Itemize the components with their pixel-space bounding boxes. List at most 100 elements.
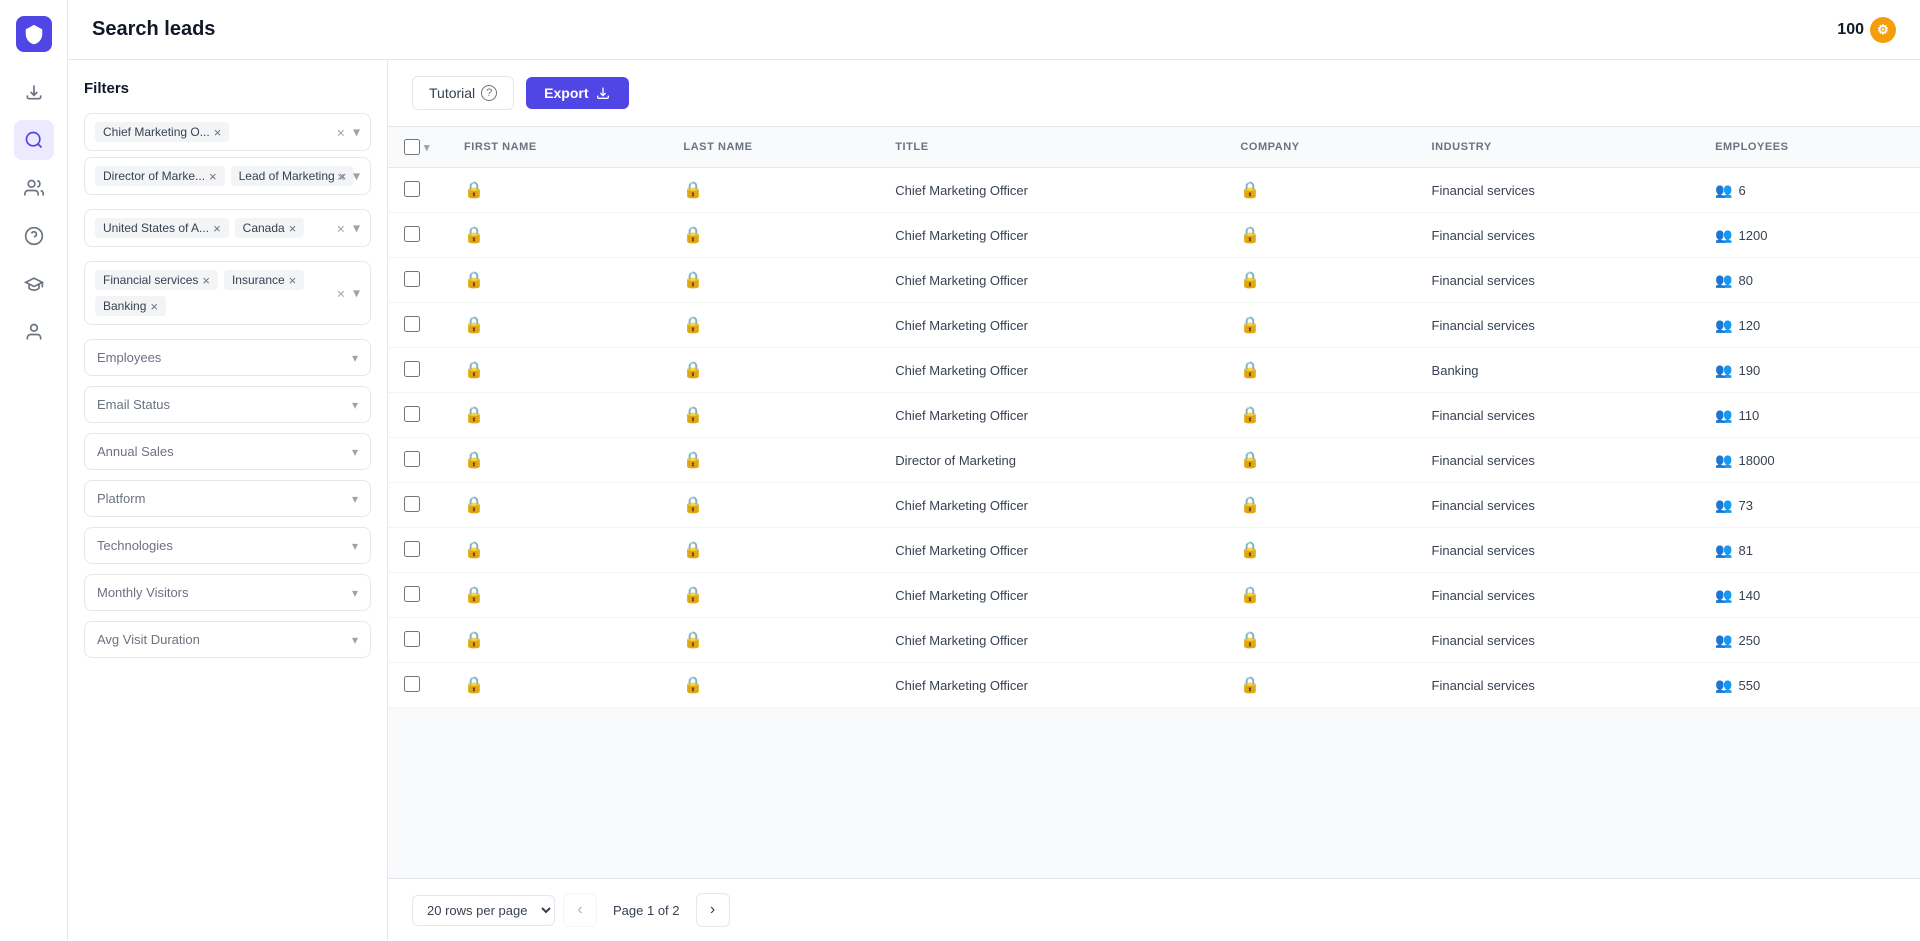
chip-ins-remove[interactable]: × xyxy=(289,274,297,287)
company-lock-icon: 🔒 xyxy=(1240,182,1260,199)
row-last-name: 🔒 xyxy=(667,483,879,528)
row-checkbox-cell[interactable] xyxy=(388,213,448,258)
header-right: 100 ⚙ xyxy=(1837,17,1896,43)
chip-bank-remove[interactable]: × xyxy=(150,300,158,313)
chip-ins-label: Insurance xyxy=(232,273,285,287)
employees-dropdown[interactable]: Employees ▾ xyxy=(84,339,371,376)
row-checkbox-2[interactable] xyxy=(404,271,420,287)
technologies-dropdown-label: Technologies xyxy=(97,538,173,553)
employees-chevron-icon: ▾ xyxy=(352,351,358,365)
last-name-lock-icon: 🔒 xyxy=(683,407,703,424)
row-checkbox-8[interactable] xyxy=(404,541,420,557)
job-title-clear-btn[interactable]: × xyxy=(335,122,347,142)
row-checkbox-11[interactable] xyxy=(404,676,420,692)
table-row: 🔒 🔒 Chief Marketing Officer 🔒 Financial … xyxy=(388,573,1920,618)
row-employees: 👥 120 xyxy=(1699,303,1920,348)
industry-clear-btn[interactable]: × xyxy=(335,283,347,303)
row-title: Chief Marketing Officer xyxy=(879,213,1224,258)
nav-search[interactable] xyxy=(14,120,54,160)
row-checkbox-cell[interactable] xyxy=(388,483,448,528)
chip-fs-remove[interactable]: × xyxy=(202,274,210,287)
employees-value: 250 xyxy=(1739,633,1761,648)
tutorial-button[interactable]: Tutorial ? xyxy=(412,76,514,110)
nav-help[interactable] xyxy=(14,216,54,256)
row-employees: 👥 6 xyxy=(1699,168,1920,213)
row-company: 🔒 xyxy=(1224,528,1415,573)
prev-page-button[interactable]: ‹ xyxy=(563,893,597,927)
technologies-dropdown[interactable]: Technologies ▾ xyxy=(84,527,371,564)
last-name-lock-icon: 🔒 xyxy=(683,632,703,649)
filters-sidebar: Filters Chief Marketing O... × × ▾ xyxy=(68,60,388,941)
row-checkbox-0[interactable] xyxy=(404,181,420,197)
rows-per-page-select[interactable]: 10 rows per page 20 rows per page 50 row… xyxy=(412,895,555,926)
row-checkbox-cell[interactable] xyxy=(388,573,448,618)
chip-dom[interactable]: Director of Marke... × xyxy=(95,166,225,186)
chip-ins[interactable]: Insurance × xyxy=(224,270,304,290)
next-page-button[interactable]: › xyxy=(696,893,730,927)
row-company: 🔒 xyxy=(1224,393,1415,438)
row-employees: 👥 550 xyxy=(1699,663,1920,708)
nav-learn[interactable] xyxy=(14,264,54,304)
job-title-clear-btn-2[interactable]: × xyxy=(335,166,347,186)
row-employees: 👥 140 xyxy=(1699,573,1920,618)
row-checkbox-cell[interactable] xyxy=(388,393,448,438)
row-checkbox-cell[interactable] xyxy=(388,528,448,573)
location-clear-btn[interactable]: × xyxy=(335,218,347,238)
chip-ca-remove[interactable]: × xyxy=(289,222,297,235)
monthly-visitors-dropdown[interactable]: Monthly Visitors ▾ xyxy=(84,574,371,611)
nav-users[interactable] xyxy=(14,168,54,208)
row-checkbox-4[interactable] xyxy=(404,361,420,377)
credits-value: 100 xyxy=(1837,21,1864,39)
row-checkbox-5[interactable] xyxy=(404,406,420,422)
row-checkbox-7[interactable] xyxy=(404,496,420,512)
table-row: 🔒 🔒 Chief Marketing Officer 🔒 Financial … xyxy=(388,663,1920,708)
location-expand-btn[interactable]: ▾ xyxy=(351,218,362,239)
avg-visit-duration-dropdown[interactable]: Avg Visit Duration ▾ xyxy=(84,621,371,658)
row-checkbox-cell[interactable] xyxy=(388,663,448,708)
nav-download[interactable] xyxy=(14,72,54,112)
row-first-name: 🔒 xyxy=(448,348,667,393)
row-checkbox-cell[interactable] xyxy=(388,168,448,213)
job-title-expand-btn-2[interactable]: ▾ xyxy=(351,166,362,187)
row-checkbox-cell[interactable] xyxy=(388,618,448,663)
chip-ca[interactable]: Canada × xyxy=(235,218,305,238)
chip-fs[interactable]: Financial services × xyxy=(95,270,218,290)
row-checkbox-9[interactable] xyxy=(404,586,420,602)
export-button[interactable]: Export xyxy=(526,77,628,109)
row-checkbox-1[interactable] xyxy=(404,226,420,242)
row-industry: Financial services xyxy=(1416,258,1700,303)
industry-expand-btn[interactable]: ▾ xyxy=(351,283,362,304)
nav-profile[interactable] xyxy=(14,312,54,352)
row-checkbox-10[interactable] xyxy=(404,631,420,647)
chip-usa[interactable]: United States of A... × xyxy=(95,218,229,238)
first-name-lock-icon: 🔒 xyxy=(464,407,484,424)
job-title-expand-btn[interactable]: ▾ xyxy=(351,122,362,143)
row-checkbox-cell[interactable] xyxy=(388,438,448,483)
platform-chevron-icon: ▾ xyxy=(352,492,358,506)
row-checkbox-3[interactable] xyxy=(404,316,420,332)
row-checkbox-cell[interactable] xyxy=(388,303,448,348)
select-all-checkbox[interactable] xyxy=(404,139,420,155)
email-status-dropdown[interactable]: Email Status ▾ xyxy=(84,386,371,423)
row-checkbox-6[interactable] xyxy=(404,451,420,467)
first-name-lock-icon: 🔒 xyxy=(464,542,484,559)
chip-dom-remove[interactable]: × xyxy=(209,170,217,183)
row-checkbox-cell[interactable] xyxy=(388,258,448,303)
chip-cmo-remove[interactable]: × xyxy=(214,126,222,139)
platform-dropdown[interactable]: Platform ▾ xyxy=(84,480,371,517)
employees-icon: 👥 xyxy=(1715,677,1732,694)
annual-sales-dropdown[interactable]: Annual Sales ▾ xyxy=(84,433,371,470)
row-checkbox-cell[interactable] xyxy=(388,348,448,393)
first-name-lock-icon: 🔒 xyxy=(464,362,484,379)
company-lock-icon: 🔒 xyxy=(1240,677,1260,694)
last-name-lock-icon: 🔒 xyxy=(683,272,703,289)
header: Search leads 100 ⚙ xyxy=(68,0,1920,60)
employees-icon: 👥 xyxy=(1715,362,1732,379)
chip-cmo[interactable]: Chief Marketing O... × xyxy=(95,122,229,142)
export-label: Export xyxy=(544,85,588,101)
industry-filter-group: Financial services × Insurance × Banking… xyxy=(84,261,371,325)
table-row: 🔒 🔒 Chief Marketing Officer 🔒 Financial … xyxy=(388,303,1920,348)
chip-bank[interactable]: Banking × xyxy=(95,296,166,316)
select-all-chevron[interactable]: ▾ xyxy=(424,141,430,154)
chip-usa-remove[interactable]: × xyxy=(213,222,221,235)
